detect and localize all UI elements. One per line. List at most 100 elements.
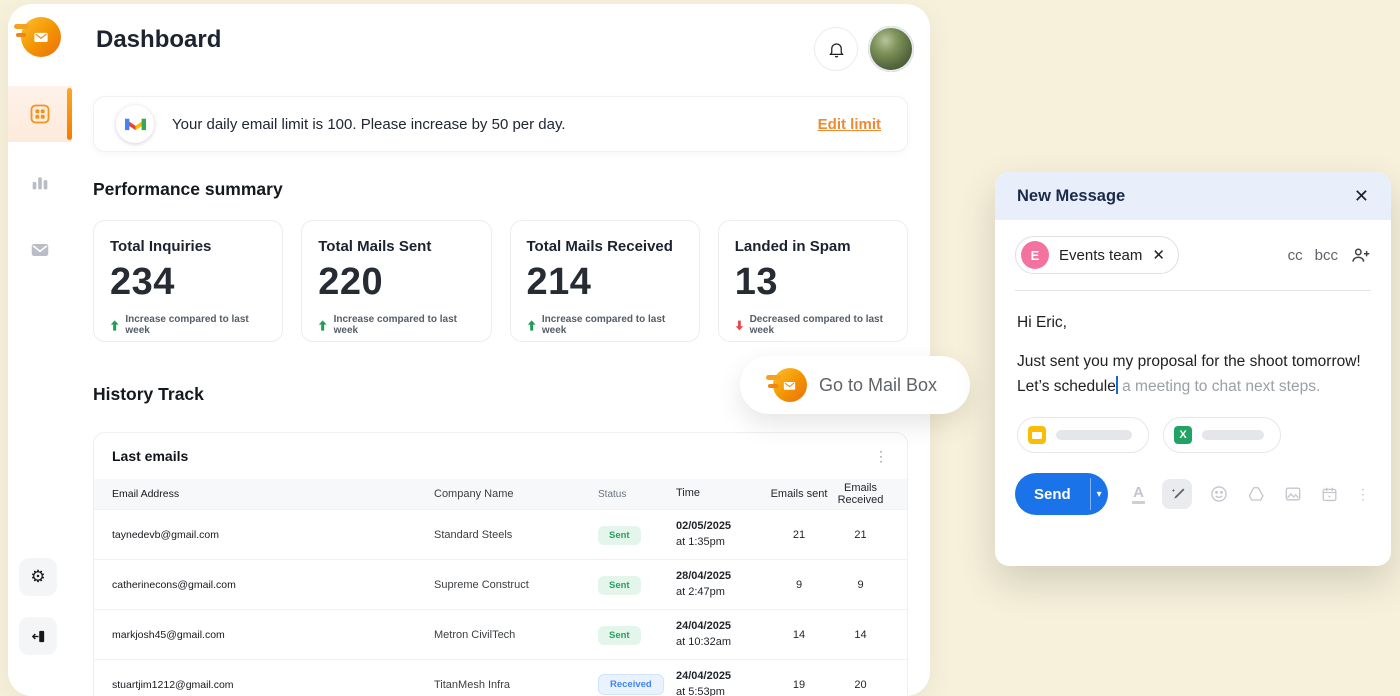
- compose-window: New Message ✕ E Events team ✕ cc bcc Hi …: [995, 172, 1391, 566]
- bcc-toggle[interactable]: bcc: [1315, 247, 1338, 264]
- sidebar: ⚙: [8, 4, 72, 696]
- table-title: Last emails: [112, 448, 188, 464]
- cell-emails-received: 21: [832, 529, 889, 541]
- settings-button[interactable]: ⚙: [19, 558, 57, 596]
- schedule-send-button[interactable]: [1320, 485, 1339, 504]
- arrow-down-icon: [735, 320, 744, 331]
- compose-header[interactable]: New Message ✕: [995, 172, 1391, 220]
- magic-pen-icon: [1169, 486, 1186, 503]
- more-options-kebab-icon[interactable]: ⋮: [1356, 486, 1371, 503]
- stat-value: 13: [735, 261, 891, 304]
- table-row[interactable]: markjosh45@gmail.com Metron CivilTech Se…: [94, 609, 907, 659]
- cell-time: at 2:47pm: [676, 586, 725, 598]
- cell-email: markjosh45@gmail.com: [112, 629, 434, 641]
- go-to-mailbox-button[interactable]: Go to Mail Box: [740, 356, 970, 414]
- sidebar-item-analytics[interactable]: [28, 170, 52, 194]
- stat-label: Total Mails Received: [527, 238, 683, 255]
- stat-value: 234: [110, 261, 266, 304]
- stat-label: Landed in Spam: [735, 238, 891, 255]
- stat-value: 220: [318, 261, 474, 304]
- cc-toggle[interactable]: cc: [1288, 247, 1303, 264]
- mail-icon: [29, 239, 51, 261]
- col-emails-received: Emails Received: [832, 482, 889, 506]
- cell-emails-received: 20: [832, 679, 889, 691]
- arrow-up-icon: [110, 320, 119, 331]
- cell-email: taynedevb@gmail.com: [112, 529, 434, 541]
- recipients-row: E Events team ✕ cc bcc: [995, 220, 1391, 274]
- status-badge: Sent: [598, 626, 641, 645]
- gear-icon: ⚙: [30, 567, 45, 587]
- stat-delta: Decreased compared to last week: [750, 314, 891, 336]
- envelope-glyph: [781, 377, 798, 394]
- attachments-row: X: [995, 399, 1391, 453]
- attachment-slides-file[interactable]: [1017, 417, 1149, 453]
- compose-title: New Message: [1017, 187, 1125, 206]
- edit-limit-link[interactable]: Edit limit: [818, 116, 881, 133]
- sidebar-active-accent-bar: [67, 88, 72, 140]
- bell-icon: [827, 40, 846, 59]
- cell-company: TitanMesh Infra: [434, 679, 598, 691]
- drive-attach-button[interactable]: [1246, 484, 1266, 504]
- col-emails-sent: Emails sent: [766, 488, 832, 500]
- add-contact-button[interactable]: [1350, 245, 1371, 266]
- table-row[interactable]: taynedevb@gmail.com Standard Steels Sent…: [94, 509, 907, 559]
- go-to-mailbox-label: Go to Mail Box: [819, 375, 937, 396]
- stat-card-landed-in-spam: Landed in Spam 13 Decreased compared to …: [718, 220, 908, 342]
- col-email-address: Email Address: [112, 488, 434, 500]
- stat-label: Total Mails Sent: [318, 238, 474, 255]
- stat-card-total-mails-sent: Total Mails Sent 220 Increase compared t…: [301, 220, 491, 342]
- cell-time: at 5:53pm: [676, 686, 725, 696]
- compose-actions-row: Send ▾ A ⋮: [995, 453, 1391, 515]
- send-options-dropdown[interactable]: ▾: [1090, 473, 1108, 515]
- drive-icon: [1246, 484, 1266, 504]
- status-badge: Received: [598, 674, 664, 695]
- banner-message: Your daily email limit is 100. Please in…: [172, 116, 566, 133]
- cell-emails-received: 9: [832, 579, 889, 591]
- text-formatting-button[interactable]: A: [1132, 485, 1145, 505]
- cell-email: stuartjim1212@gmail.com: [112, 679, 434, 691]
- send-label[interactable]: Send: [1015, 473, 1090, 515]
- brand-logo[interactable]: [21, 17, 61, 57]
- table-row[interactable]: catherinecons@gmail.com Supreme Construc…: [94, 559, 907, 609]
- recipient-chip[interactable]: E Events team ✕: [1015, 236, 1179, 274]
- cell-date: 24/04/2025: [676, 620, 731, 632]
- sidebar-item-mail[interactable]: [28, 238, 52, 262]
- compose-message-body[interactable]: Hi Eric, Just sent you my proposal for t…: [995, 291, 1391, 399]
- cell-emails-sent: 14: [766, 629, 832, 641]
- emoji-icon: [1209, 484, 1229, 504]
- person-add-icon: [1350, 245, 1371, 266]
- logout-button[interactable]: [19, 617, 57, 655]
- cell-date: 24/04/2025: [676, 670, 731, 682]
- cell-company: Metron CivilTech: [434, 629, 598, 641]
- magic-pen-button[interactable]: [1162, 479, 1192, 509]
- calendar-icon: [1320, 485, 1339, 504]
- page-title: Dashboard: [96, 26, 221, 54]
- logout-icon: [30, 628, 47, 645]
- ghost-suggestion-text: a meeting to chat next steps.: [1118, 378, 1320, 395]
- mail-flame-logo-icon: [773, 368, 807, 402]
- bar-chart-icon: [29, 171, 51, 193]
- insert-image-button[interactable]: [1283, 484, 1303, 504]
- send-button[interactable]: Send ▾: [1015, 473, 1108, 515]
- cell-company: Standard Steels: [434, 529, 598, 541]
- stat-delta: Increase compared to last week: [542, 314, 683, 336]
- table-column-headers: Email Address Company Name Status Time E…: [94, 479, 907, 509]
- stat-label: Total Inquiries: [110, 238, 266, 255]
- stat-delta: Increase compared to last week: [125, 314, 266, 336]
- remove-recipient-icon[interactable]: ✕: [1152, 246, 1165, 264]
- sidebar-item-dashboard[interactable]: [28, 102, 52, 126]
- recipient-name: Events team: [1059, 247, 1142, 264]
- close-icon[interactable]: ✕: [1354, 186, 1369, 207]
- cell-date: 02/05/2025: [676, 520, 731, 532]
- table-menu-kebab-icon[interactable]: ⋮: [874, 448, 889, 465]
- mail-flame-logo-icon: [21, 17, 61, 57]
- user-avatar[interactable]: [868, 26, 914, 72]
- arrow-up-icon: [527, 320, 536, 331]
- slides-file-icon: [1028, 426, 1046, 444]
- emoji-button[interactable]: [1209, 484, 1229, 504]
- gmail-m-glyph: [125, 116, 146, 132]
- image-icon: [1283, 484, 1303, 504]
- table-row[interactable]: stuartjim1212@gmail.com TitanMesh Infra …: [94, 659, 907, 696]
- attachment-excel-file[interactable]: X: [1163, 417, 1281, 453]
- notifications-button[interactable]: [814, 27, 858, 71]
